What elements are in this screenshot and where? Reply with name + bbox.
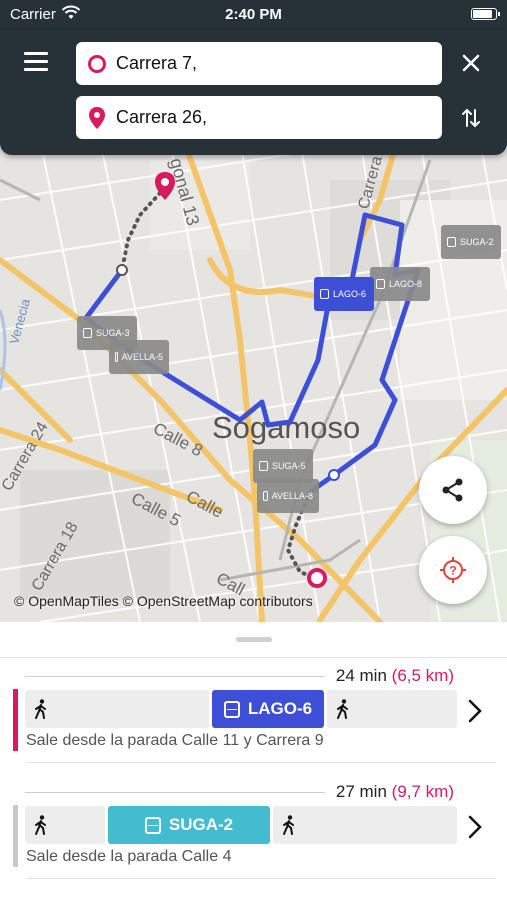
app-screen: Carrier 2:40 PM gonal 13 Carrera 12 Vene… bbox=[0, 0, 507, 900]
status-time: 2:40 PM bbox=[225, 6, 282, 23]
bus-icon bbox=[144, 816, 161, 834]
sheet-divider bbox=[0, 657, 507, 658]
stop-label-suga5[interactable]: SUGA-5 bbox=[253, 449, 313, 483]
walk-icon bbox=[283, 815, 294, 835]
route-description: Sale desde la parada Calle 4 bbox=[26, 848, 232, 865]
routes-sheet: 24 min (6,5 km) LAGO-6 Sale desde la par… bbox=[0, 622, 507, 900]
stop-label-lago6[interactable]: LAGO-6 bbox=[314, 277, 374, 311]
route-option-2[interactable]: 27 min (9,7 km) SUGA-2 Sale desde la par… bbox=[0, 778, 507, 879]
close-icon[interactable] bbox=[460, 52, 482, 74]
route-timeline bbox=[25, 792, 325, 793]
map-attribution[interactable]: © OpenMapTiles © OpenStreetMap contribut… bbox=[14, 593, 313, 609]
route-segments: LAGO-6 bbox=[25, 690, 457, 728]
route-map[interactable]: gonal 13 Carrera 12 Venecia Carrera 24 C… bbox=[0, 140, 507, 622]
location-pin-icon bbox=[89, 106, 105, 129]
status-bar: Carrier 2:40 PM bbox=[0, 0, 507, 30]
share-button[interactable] bbox=[419, 456, 487, 524]
stop-label-lago8[interactable]: LAGO-8 bbox=[370, 267, 430, 301]
origin-circle-icon bbox=[88, 54, 106, 73]
row-divider bbox=[26, 762, 496, 763]
bus-segment: SUGA-2 bbox=[108, 806, 270, 844]
route-option-1[interactable]: 24 min (6,5 km) LAGO-6 Sale desde la par… bbox=[0, 662, 507, 763]
route-duration: 24 min (6,5 km) bbox=[335, 666, 454, 685]
walk-segment bbox=[327, 690, 457, 728]
locate-help-icon: ? bbox=[440, 557, 466, 583]
svg-text:?: ? bbox=[449, 564, 456, 578]
menu-button[interactable] bbox=[24, 52, 48, 72]
swap-vertical-icon[interactable] bbox=[460, 106, 482, 130]
battery-icon bbox=[471, 8, 500, 20]
locate-button[interactable]: ? bbox=[419, 536, 487, 604]
destination-field[interactable]: Carrera 26, bbox=[76, 96, 442, 139]
origin-marker-icon[interactable] bbox=[307, 568, 327, 588]
route-accent-bar bbox=[13, 689, 18, 751]
share-icon bbox=[442, 478, 463, 502]
walk-segment bbox=[25, 690, 209, 728]
route-description: Sale desde la parada Calle 11 y Carrera … bbox=[26, 732, 324, 749]
sheet-drag-handle[interactable] bbox=[236, 637, 272, 642]
stop-label-avella5[interactable]: AVELLA-5 bbox=[109, 340, 169, 374]
boarding-stop-dot bbox=[116, 264, 128, 276]
origin-field[interactable]: Carrera 7, bbox=[76, 42, 442, 85]
alighting-stop-dot bbox=[328, 469, 340, 481]
walk-icon bbox=[35, 699, 46, 719]
walk-icon bbox=[337, 699, 348, 719]
chevron-right-icon[interactable] bbox=[466, 698, 484, 724]
origin-value: Carrera 7, bbox=[116, 53, 198, 73]
stop-label-suga2[interactable]: SUGA-2 bbox=[441, 225, 501, 259]
walk-icon bbox=[35, 815, 46, 835]
chevron-right-icon[interactable] bbox=[466, 814, 484, 840]
route-accent-bar bbox=[13, 805, 18, 867]
route-timeline bbox=[25, 676, 325, 677]
search-header: Carrera 7, Carrera 26, bbox=[0, 30, 507, 155]
bus-segment: LAGO-6 bbox=[212, 690, 324, 728]
row-divider bbox=[26, 878, 496, 879]
route-segments: SUGA-2 bbox=[25, 806, 457, 844]
walk-segment bbox=[25, 806, 105, 844]
walk-segment bbox=[273, 806, 457, 844]
bus-icon bbox=[223, 700, 240, 718]
stop-label-avella8[interactable]: AVELLA-8 bbox=[257, 479, 319, 513]
route-duration: 27 min (9,7 km) bbox=[335, 782, 454, 801]
destination-value: Carrera 26, bbox=[116, 107, 208, 127]
